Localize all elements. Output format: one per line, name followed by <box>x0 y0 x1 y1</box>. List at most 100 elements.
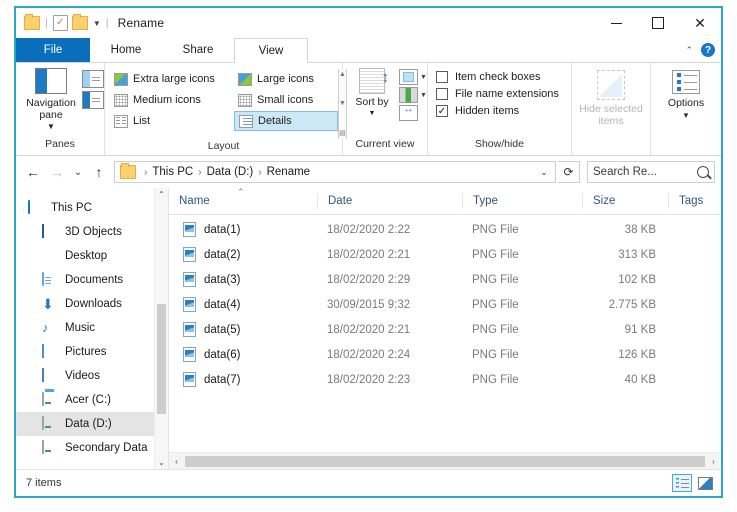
sidebar-item-secondary-data[interactable]: Secondary Data <box>16 436 154 460</box>
chevron-down-icon[interactable]: ▼ <box>93 19 101 28</box>
layout-details[interactable]: Details <box>234 111 338 131</box>
up-button[interactable]: ↑ <box>88 161 110 183</box>
navigation-pane-button[interactable]: Navigation pane ▼ <box>20 68 82 133</box>
file-name-cell[interactable]: data(1) <box>169 222 317 237</box>
scroll-down-icon[interactable]: ⌄ <box>158 458 165 467</box>
navigation-scrollbar[interactable]: ⌃ ⌄ <box>154 188 168 469</box>
scrollbar-thumb[interactable] <box>157 304 166 414</box>
breadcrumb-rename[interactable]: Rename <box>267 166 310 178</box>
column-header-name[interactable]: ⌃ Name <box>169 187 317 209</box>
preview-pane-button[interactable] <box>82 70 104 88</box>
sidebar-item-data-d[interactable]: Data (D:) <box>16 412 154 436</box>
tab-file[interactable]: File <box>16 38 90 62</box>
table-row[interactable]: data(6) 18/02/2020 2:24 PNG File 126 KB <box>169 342 721 367</box>
layout-extra-large-icons[interactable]: Extra large icons <box>110 69 234 89</box>
help-icon[interactable]: ? <box>701 43 715 57</box>
sidebar-item-videos[interactable]: Videos <box>16 364 154 388</box>
details-view-button[interactable] <box>672 474 692 492</box>
scroll-left-icon[interactable]: ‹ <box>169 457 184 466</box>
checkbox-unchecked[interactable] <box>435 71 448 83</box>
recent-locations-button[interactable]: ⌄ <box>70 161 86 183</box>
size-all-columns-icon[interactable] <box>399 104 418 121</box>
checkbox-checked[interactable]: ✓ <box>435 105 448 117</box>
scroll-right-icon[interactable]: › <box>706 457 721 466</box>
layout-small-icons[interactable]: Small icons <box>234 90 338 110</box>
sidebar-item-desktop[interactable]: Desktop <box>16 244 154 268</box>
new-folder-icon[interactable] <box>71 14 88 30</box>
file-name-cell[interactable]: data(3) <box>169 272 317 287</box>
tab-view[interactable]: View <box>234 38 308 63</box>
quick-access-toolbar: | ✓ ▼ | <box>16 14 110 31</box>
tab-share[interactable]: Share <box>162 38 234 62</box>
column-header-date[interactable]: Date <box>317 193 462 209</box>
checkbox-unchecked[interactable] <box>435 88 448 100</box>
back-button[interactable]: ← <box>22 161 44 183</box>
large-icons-view-button[interactable] <box>695 474 715 492</box>
table-row[interactable]: data(7) 18/02/2020 2:23 PNG File 40 KB <box>169 367 721 392</box>
sidebar-item-pictures[interactable]: Pictures <box>16 340 154 364</box>
file-name-cell[interactable]: data(2) <box>169 247 317 262</box>
search-input[interactable]: Search Re... <box>587 161 715 183</box>
scroll-up-icon[interactable]: ⌃ <box>158 190 165 199</box>
file-name-cell[interactable]: data(6) <box>169 347 317 362</box>
table-row[interactable]: data(5) 18/02/2020 2:21 PNG File 91 KB <box>169 317 721 342</box>
address-field[interactable]: › This PC › Data (D:) › Rename ⌄ <box>114 161 556 183</box>
layout-medium-icons[interactable]: Medium icons <box>110 90 234 110</box>
properties-icon[interactable]: ✓ <box>52 15 68 31</box>
options-button[interactable]: Options ▼ <box>651 70 721 122</box>
chevron-down-icon[interactable]: ⌄ <box>535 167 553 178</box>
scrollbar-thumb[interactable] <box>185 455 705 467</box>
view-mode-buttons <box>672 474 715 492</box>
column-header-size[interactable]: Size <box>582 193 668 209</box>
chevron-down-icon[interactable]: ▼ <box>369 108 376 120</box>
details-pane-button[interactable] <box>82 91 104 109</box>
hidden-items-label: Hidden items <box>454 105 520 117</box>
sort-by-button[interactable]: Sort by ▼ <box>348 68 396 120</box>
breadcrumb-data-d[interactable]: Data (D:) <box>207 166 254 178</box>
column-header-tags[interactable]: Tags <box>668 193 737 209</box>
layout-label: List <box>133 115 151 127</box>
column-header-type[interactable]: Type <box>462 193 582 209</box>
add-columns-icon[interactable] <box>399 69 418 85</box>
sidebar-item-downloads[interactable]: ⬇ Downloads <box>16 292 154 316</box>
chevron-down-icon[interactable]: ▼ <box>420 92 427 99</box>
layout-large-icons[interactable]: Large icons <box>234 69 338 89</box>
sidebar-item-documents[interactable]: Documents <box>16 268 154 292</box>
folder-icon[interactable] <box>24 14 40 30</box>
window-controls: ✕ <box>595 8 721 38</box>
hide-selected-items-button[interactable]: Hide selected items <box>572 70 650 127</box>
sidebar-item-network[interactable]: Network <box>16 466 154 469</box>
search-icon[interactable] <box>697 166 709 178</box>
refresh-button[interactable]: ⟳ <box>558 161 580 183</box>
table-row[interactable]: data(1) 18/02/2020 2:22 PNG File 38 KB <box>169 217 721 242</box>
minimize-button[interactable] <box>595 8 637 38</box>
tab-home[interactable]: Home <box>90 38 162 62</box>
ribbon-tab-actions: ⌃ ? <box>685 38 715 62</box>
table-row[interactable]: data(4) 30/09/2015 9:32 PNG File 2.775 K… <box>169 292 721 317</box>
sidebar-item-3d-objects[interactable]: 3D Objects <box>16 220 154 244</box>
maximize-button[interactable] <box>637 8 679 38</box>
hidden-items-option[interactable]: ✓ Hidden items <box>435 105 559 117</box>
group-by-icon[interactable] <box>399 87 418 103</box>
chevron-down-icon[interactable]: ▼ <box>420 74 427 81</box>
chevron-down-icon[interactable]: ▼ <box>682 110 690 122</box>
file-size-cell: 2.775 KB <box>608 298 656 311</box>
table-row[interactable]: data(3) 18/02/2020 2:29 PNG File 102 KB <box>169 267 721 292</box>
chevron-down-icon[interactable]: ▼ <box>47 121 55 133</box>
file-name-cell[interactable]: data(5) <box>169 322 317 337</box>
item-check-boxes-option[interactable]: Item check boxes <box>435 71 559 83</box>
chevron-up-icon[interactable]: ⌃ <box>685 45 693 56</box>
sidebar-item-music[interactable]: ♪ Music <box>16 316 154 340</box>
sidebar-item-this-pc[interactable]: This PC <box>16 196 154 220</box>
horizontal-scrollbar[interactable]: ‹ › <box>169 452 721 469</box>
file-name-cell[interactable]: data(4) <box>169 297 317 312</box>
sidebar-item-acer-c[interactable]: Acer (C:) <box>16 388 154 412</box>
file-name-cell[interactable]: data(7) <box>169 372 317 387</box>
breadcrumb-this-pc[interactable]: This PC <box>152 166 193 178</box>
forward-button[interactable]: → <box>46 161 68 183</box>
details-icon <box>239 114 253 128</box>
table-row[interactable]: data(2) 18/02/2020 2:21 PNG File 313 KB <box>169 242 721 267</box>
file-name-extensions-option[interactable]: File name extensions <box>435 88 559 100</box>
close-button[interactable]: ✕ <box>679 8 721 38</box>
layout-list[interactable]: List <box>110 111 234 131</box>
